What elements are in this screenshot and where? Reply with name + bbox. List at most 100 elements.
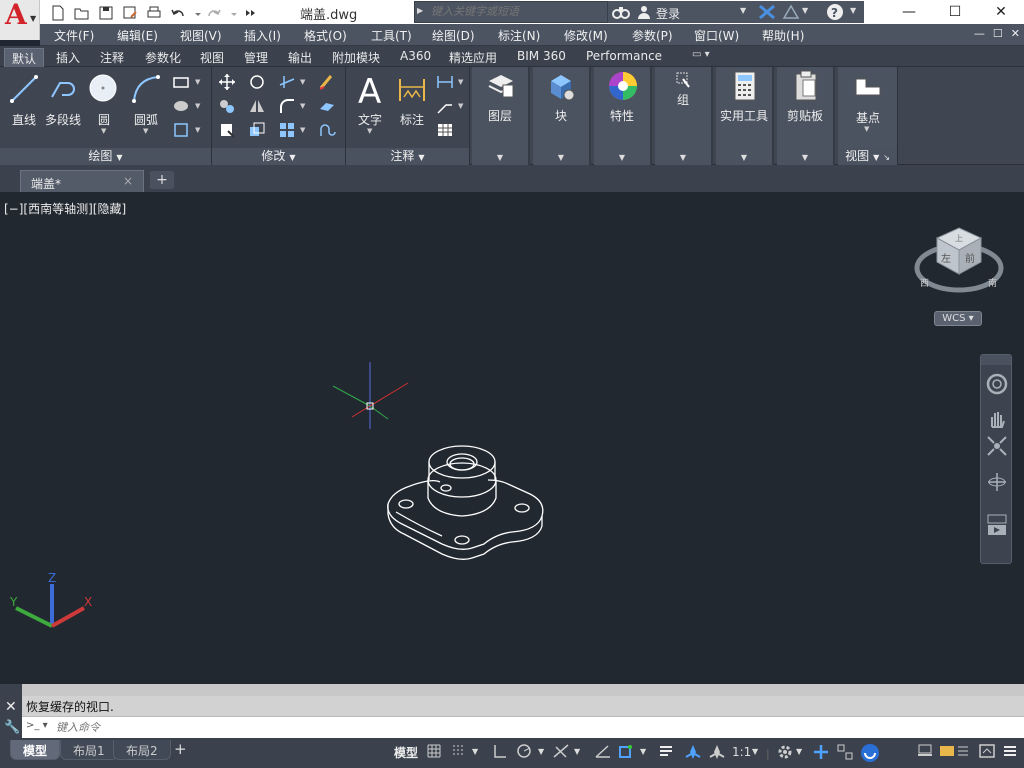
menu-insert[interactable]: 插入(I) bbox=[244, 27, 281, 44]
layers-panel[interactable]: 图层 ▼ bbox=[472, 67, 530, 165]
menu-window[interactable]: 窗口(W) bbox=[694, 27, 739, 44]
tab-view[interactable]: 视图 bbox=[193, 48, 231, 67]
mirror-button[interactable] bbox=[246, 95, 268, 117]
viewcube-front-face[interactable]: 前 bbox=[965, 252, 975, 265]
command-prompt-icon[interactable]: >_ ▾ bbox=[26, 720, 48, 736]
showmotion-icon[interactable] bbox=[986, 511, 1008, 537]
a360-icon[interactable] bbox=[782, 4, 800, 23]
tab-featured-apps[interactable]: 精选应用 bbox=[442, 48, 504, 67]
a360-dropdown-icon[interactable]: ▼ bbox=[802, 6, 808, 15]
scale-button[interactable] bbox=[246, 119, 268, 141]
table-button[interactable] bbox=[434, 119, 456, 141]
base-point-button[interactable]: 基点 ▼ bbox=[838, 67, 898, 147]
tab-layout2[interactable]: 布局2 bbox=[113, 740, 171, 760]
doc-restore-button[interactable]: ☐ bbox=[993, 27, 1003, 40]
help-dropdown-icon[interactable]: ▼ bbox=[850, 6, 856, 15]
linear-dim-dropdown-icon[interactable]: ▼ bbox=[458, 78, 463, 86]
clean-screen-small-icon[interactable] bbox=[938, 743, 956, 763]
tab-a360[interactable]: A360 bbox=[393, 48, 438, 67]
workspace-dropdown-icon[interactable]: ▼ bbox=[796, 747, 802, 767]
redo-dropdown-icon[interactable] bbox=[226, 2, 237, 22]
trim-button[interactable] bbox=[276, 71, 298, 93]
leader-dropdown-icon[interactable]: ▼ bbox=[458, 102, 463, 110]
redo-icon[interactable] bbox=[202, 2, 224, 22]
save-icon[interactable] bbox=[94, 2, 116, 22]
leader-button[interactable] bbox=[434, 95, 456, 117]
text-button[interactable]: A 文字 ▼ bbox=[348, 69, 392, 143]
annotation-scale-dropdown-icon[interactable]: ▼ bbox=[752, 747, 758, 767]
text-dropdown-icon[interactable]: ▼ bbox=[367, 127, 372, 135]
arc-dropdown-icon[interactable]: ▼ bbox=[143, 127, 148, 135]
utilities-panel[interactable]: 实用工具 ▼ bbox=[716, 67, 774, 165]
new-tab-button[interactable]: + bbox=[150, 171, 174, 189]
menu-help[interactable]: 帮助(H) bbox=[762, 27, 804, 44]
tab-home[interactable]: 默认 bbox=[4, 48, 45, 67]
menu-dimension[interactable]: 标注(N) bbox=[498, 27, 540, 44]
sign-in-dropdown-icon[interactable]: ▼ bbox=[740, 6, 746, 15]
move-button[interactable] bbox=[216, 71, 238, 93]
hardware-acceleration-icon[interactable] bbox=[916, 743, 934, 763]
rectangle-button[interactable] bbox=[170, 71, 192, 93]
wcs-menu-button[interactable]: WCS ▾ bbox=[934, 311, 982, 326]
isodraft-dropdown-icon[interactable]: ▼ bbox=[574, 747, 580, 767]
isodraft-icon[interactable] bbox=[552, 743, 570, 763]
close-button[interactable]: ✕ bbox=[978, 0, 1024, 24]
add-layout-button[interactable]: + bbox=[174, 740, 187, 758]
fillet-dropdown-icon[interactable]: ▼ bbox=[300, 102, 305, 110]
viewcube-top-face[interactable]: 上 bbox=[955, 234, 963, 243]
rotate-button[interactable] bbox=[246, 71, 268, 93]
tab-annotate[interactable]: 注释 bbox=[93, 48, 131, 67]
units-icon[interactable] bbox=[836, 743, 854, 763]
tab-output[interactable]: 输出 bbox=[281, 48, 319, 67]
steering-wheel-icon[interactable] bbox=[986, 373, 1008, 395]
ortho-icon[interactable] bbox=[492, 743, 508, 763]
annotation-visibility-icon[interactable] bbox=[684, 743, 702, 763]
menu-parametric[interactable]: 参数(P) bbox=[632, 27, 673, 44]
print-icon[interactable] bbox=[142, 2, 164, 22]
annotation-panel-title[interactable]: 注释 ▼ bbox=[346, 148, 469, 165]
object-snap-dropdown-icon[interactable]: ▼ bbox=[640, 747, 646, 767]
rectangle-dropdown-icon[interactable]: ▼ bbox=[195, 78, 200, 86]
menu-file[interactable]: 文件(F) bbox=[54, 27, 94, 44]
tab-manage[interactable]: 管理 bbox=[237, 48, 275, 67]
array-dropdown-icon[interactable]: ▼ bbox=[300, 126, 305, 134]
boundary-dropdown-icon[interactable]: ▼ bbox=[195, 126, 200, 134]
doc-close-button[interactable]: ✕ bbox=[1011, 27, 1020, 40]
viewcube[interactable]: 左 前 上 西 南 bbox=[912, 220, 1008, 302]
tab-model[interactable]: 模型 bbox=[10, 740, 61, 760]
command-close-icon[interactable]: ✕ bbox=[5, 699, 17, 715]
tab-layout1[interactable]: 布局1 bbox=[60, 740, 118, 760]
tab-parametric[interactable]: 参数化 bbox=[138, 48, 188, 67]
block-panel[interactable]: 块 ▼ bbox=[533, 67, 591, 165]
group-panel[interactable]: 组 ▼ bbox=[655, 67, 713, 165]
pan-hand-icon[interactable] bbox=[986, 407, 1008, 429]
copy-button[interactable] bbox=[216, 95, 238, 117]
minimize-button[interactable]: — bbox=[886, 0, 932, 24]
file-tab-close-icon[interactable]: × bbox=[123, 174, 133, 188]
help-icon[interactable]: ? bbox=[826, 3, 844, 24]
tab-insert[interactable]: 插入 bbox=[49, 48, 87, 67]
end-cap-model[interactable] bbox=[380, 444, 550, 568]
dimension-button[interactable]: 标注 bbox=[390, 69, 434, 143]
menu-edit[interactable]: 编辑(E) bbox=[117, 27, 158, 44]
auto-scale-icon[interactable] bbox=[708, 743, 726, 763]
menu-draw[interactable]: 绘图(D) bbox=[432, 27, 475, 44]
isolate-objects-icon[interactable] bbox=[860, 743, 880, 763]
explode-button[interactable] bbox=[316, 95, 338, 117]
maximize-button[interactable]: ☐ bbox=[932, 0, 978, 24]
open-folder-icon[interactable] bbox=[70, 2, 92, 22]
menu-format[interactable]: 格式(O) bbox=[304, 27, 347, 44]
line-button[interactable]: 直线 bbox=[2, 69, 46, 143]
snap-dropdown-icon[interactable]: ▼ bbox=[472, 747, 478, 767]
lineweight-icon[interactable] bbox=[658, 743, 674, 763]
boundary-button[interactable] bbox=[170, 119, 192, 141]
sign-in-link[interactable]: 登录 bbox=[656, 5, 680, 22]
doc-minimize-button[interactable]: — bbox=[974, 27, 985, 40]
hatch-dropdown-icon[interactable]: ▼ bbox=[195, 102, 200, 110]
search-expand-icon[interactable]: ▶ bbox=[417, 6, 423, 15]
object-snap-tracking-icon[interactable] bbox=[594, 743, 612, 763]
qat-more-icon[interactable] bbox=[238, 2, 260, 22]
ribbon-minimize-icon[interactable]: ▭ ▾ bbox=[692, 49, 710, 60]
new-file-icon[interactable] bbox=[46, 2, 68, 22]
linear-dim-button[interactable] bbox=[434, 71, 456, 93]
